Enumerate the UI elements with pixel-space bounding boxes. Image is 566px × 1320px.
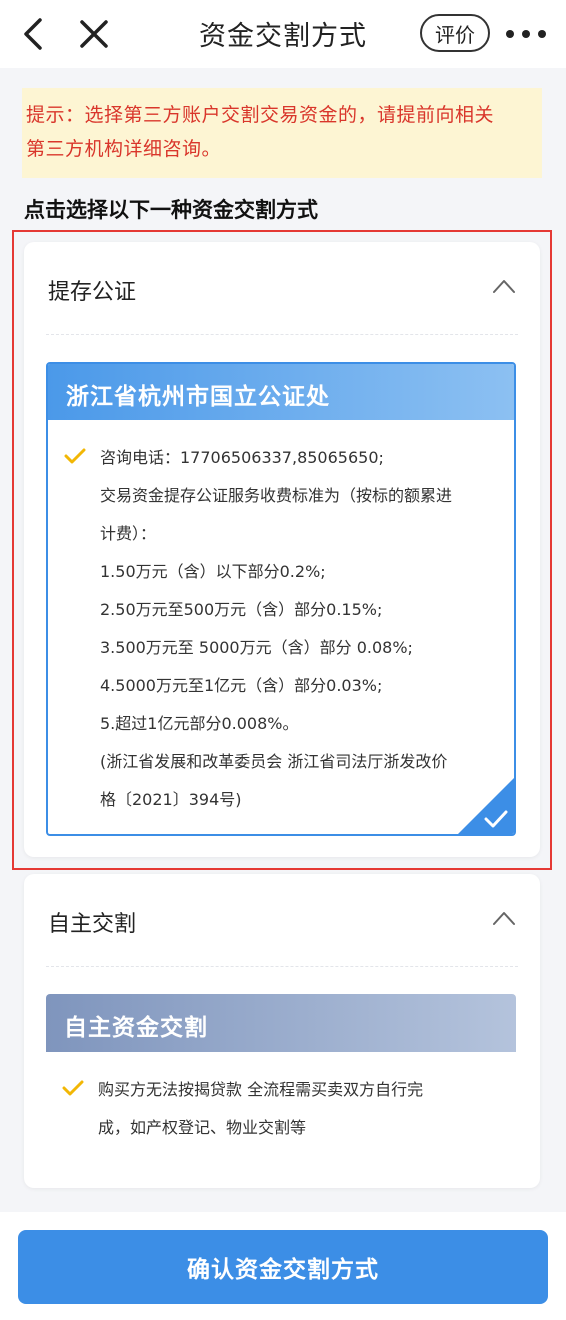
option-details: 购买方无法按揭贷款 全流程需买卖双方自行完 成，如产权登记、物业交割等 bbox=[46, 1052, 516, 1164]
section-title: 点击选择以下一种资金交割方式 bbox=[24, 198, 318, 222]
bottom-action-bar: 确认资金交割方式 bbox=[0, 1212, 566, 1320]
detail-line: (浙江省发展和改革委员会 浙江省司法厅浙发改价 bbox=[100, 752, 448, 771]
more-horizontal-icon[interactable] bbox=[506, 22, 546, 46]
card-header[interactable]: 提存公证 bbox=[24, 242, 540, 334]
check-icon bbox=[64, 448, 86, 464]
delivery-method-card-escrow[interactable]: 提存公证 浙江省杭州市国立公证处 咨询电话：17706506337,850656… bbox=[24, 242, 540, 857]
option-title: 自主资金交割 bbox=[64, 1015, 208, 1041]
notice-line-2: 第三方机构详细咨询。 bbox=[26, 138, 222, 160]
selected-check-icon bbox=[484, 810, 508, 828]
notice-banner: 提示：选择第三方账户交割交易资金的，请提前向相关 第三方机构详细咨询。 bbox=[22, 88, 542, 178]
option-escrow-notary[interactable]: 浙江省杭州市国立公证处 咨询电话：17706506337,85065650; 交… bbox=[46, 362, 516, 836]
check-icon bbox=[62, 1080, 84, 1096]
chevron-up-icon[interactable] bbox=[492, 278, 516, 294]
card-label: 自主交割 bbox=[48, 912, 137, 937]
confirm-delivery-method-button[interactable]: 确认资金交割方式 bbox=[18, 1230, 548, 1304]
detail-line: 咨询电话：17706506337,85065650; bbox=[100, 448, 384, 467]
detail-line: 2.50万元至500万元（含）部分0.15%; bbox=[100, 600, 383, 619]
detail-line: 4.5000万元至1亿元（含）部分0.03%; bbox=[100, 676, 383, 695]
notice-line-1: 提示：选择第三方账户交割交易资金的，请提前向相关 bbox=[26, 104, 495, 126]
detail-line: 成，如产权登记、物业交割等 bbox=[98, 1118, 307, 1137]
card-header[interactable]: 自主交割 bbox=[24, 874, 540, 966]
detail-line: 3.500万元至 5000万元（含）部分 0.08%; bbox=[100, 638, 413, 657]
divider bbox=[46, 334, 518, 335]
detail-line: 格〔2021〕394号) bbox=[100, 790, 242, 809]
detail-line: 计费）： bbox=[100, 524, 157, 543]
option-self-delivery[interactable]: 自主资金交割 bbox=[46, 994, 516, 1052]
card-label: 提存公证 bbox=[48, 280, 137, 305]
top-nav-bar: 资金交割方式 评价 bbox=[0, 0, 566, 68]
chevron-up-icon[interactable] bbox=[492, 910, 516, 926]
detail-line: 交易资金提存公证服务收费标准为（按标的额累进 bbox=[100, 486, 453, 505]
detail-line: 1.50万元（含）以下部分0.2%; bbox=[100, 562, 326, 581]
detail-line: 5.超过1亿元部分0.008%。 bbox=[100, 714, 299, 733]
divider bbox=[46, 966, 518, 967]
rate-button[interactable]: 评价 bbox=[420, 14, 490, 52]
detail-line: 购买方无法按揭贷款 全流程需买卖双方自行完 bbox=[98, 1080, 424, 1099]
option-banner: 浙江省杭州市国立公证处 bbox=[48, 364, 514, 420]
delivery-method-card-self[interactable]: 自主交割 自主资金交割 购买方无法按揭贷款 全流程需买卖双方自行完 成，如产权登… bbox=[24, 874, 540, 1188]
option-title: 浙江省杭州市国立公证处 bbox=[66, 384, 330, 410]
